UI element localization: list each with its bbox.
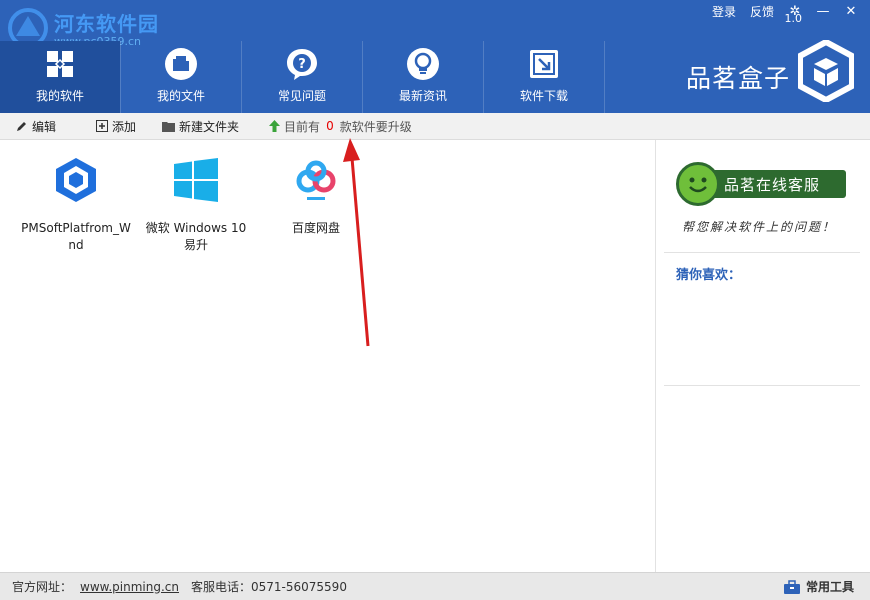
grid-apps-icon: [43, 47, 77, 81]
tab-software-download[interactable]: 软件下载: [484, 41, 604, 113]
service-tagline: 帮您解决软件上的问题！: [682, 220, 837, 234]
side-divider: [664, 385, 860, 386]
update-suffix: 款软件要升级: [339, 119, 412, 134]
tab-label: 软件下载: [519, 89, 568, 103]
common-tools-button[interactable]: 常用工具: [783, 578, 854, 595]
tab-news[interactable]: 最新资讯: [363, 41, 483, 113]
new-folder-button[interactable]: 新建文件夹: [162, 118, 239, 135]
pmsoft-cube-icon: [51, 155, 101, 205]
online-service-button[interactable]: 品茗在线客服: [676, 162, 846, 206]
side-divider: [664, 252, 860, 253]
update-count: 0: [326, 119, 334, 133]
tab-faq[interactable]: ? 常见问题: [242, 41, 362, 113]
tab-label: 我的文件: [156, 89, 205, 103]
smiley-headset-icon: [676, 162, 720, 206]
status-bar: 官方网址： www.pinming.cn 客服电话：0571-56075590 …: [0, 572, 870, 600]
app-label: 百度网盘: [291, 221, 340, 235]
side-panel: 品茗在线客服 帮您解决软件上的问题！ 猜你喜欢：: [656, 140, 870, 572]
toolbox-icon: [783, 579, 800, 594]
folder-icon: [164, 47, 198, 81]
site-label: 官方网址：: [12, 580, 73, 594]
lightbulb-icon: [406, 47, 440, 81]
brand-version: 1.0: [784, 12, 803, 25]
close-icon[interactable]: ✕: [844, 4, 858, 19]
feedback-link[interactable]: 反馈: [750, 3, 774, 20]
pencil-icon: [16, 120, 28, 132]
app-item-windows10-upgrade[interactable]: 微软 Windows 10 易升: [136, 140, 256, 254]
watermark-title: 河东软件园: [54, 12, 159, 36]
question-bubble-icon: ?: [285, 47, 319, 81]
brand-cube-logo-icon: [798, 40, 854, 102]
arrow-up-icon: [269, 120, 281, 132]
add-label: 添加: [112, 119, 137, 134]
app-item-pmsoft[interactable]: PMSoftPlatfrom_Wnd: [16, 140, 136, 254]
online-service-label: 品茗在线客服: [698, 170, 846, 198]
folder-icon: [162, 121, 176, 132]
svg-text:?: ?: [298, 57, 306, 72]
tab-label: 常见问题: [277, 89, 326, 103]
plus-box-icon: [96, 120, 109, 132]
brand-name: 品茗盒子: [685, 64, 790, 93]
app-label: 微软 Windows 10 易升: [145, 221, 247, 252]
new-folder-label: 新建文件夹: [179, 119, 240, 134]
tab-my-files[interactable]: 我的文件: [121, 41, 241, 113]
common-tools-label: 常用工具: [805, 580, 854, 594]
title-bar: 河东软件园 www.pc0359.cn 登录 反馈 ✲ — ✕ 我的软件: [0, 0, 870, 113]
tab-my-software[interactable]: 我的软件: [0, 41, 120, 113]
download-box-icon: [527, 47, 561, 81]
edit-button[interactable]: 编辑: [16, 118, 56, 135]
baidu-netdisk-icon: [291, 155, 341, 205]
edit-label: 编辑: [32, 119, 57, 134]
login-link[interactable]: 登录: [712, 3, 736, 20]
add-button[interactable]: 添加: [96, 118, 136, 135]
minimize-icon[interactable]: —: [816, 4, 830, 19]
windows-logo-icon: [171, 155, 221, 205]
main-nav: 我的软件 我的文件 ? 常见问题 最新资讯 软件下载: [0, 41, 605, 113]
site-link[interactable]: www.pinming.cn: [80, 580, 179, 594]
tab-label: 我的软件: [35, 89, 84, 103]
app-label: PMSoftPlatfrom_Wnd: [21, 221, 131, 252]
app-item-baidu-netdisk[interactable]: 百度网盘: [256, 140, 376, 237]
update-notice[interactable]: 目前有 0 款软件要升级: [269, 118, 412, 135]
service-phone: 客服电话：0571-56075590: [191, 580, 347, 594]
software-grid: PMSoftPlatfrom_Wnd 微软 Windows 10 易升 百度网盘: [0, 140, 655, 572]
guess-you-like-title: 猜你喜欢：: [676, 268, 742, 283]
brand: 品茗盒子: [686, 40, 854, 102]
toolbar: 编辑 添加 新建文件夹 目前有 0 款软件要升级: [0, 113, 870, 140]
nav-divider: [604, 41, 605, 113]
tab-label: 最新资讯: [398, 89, 447, 103]
update-prefix: 目前有: [284, 119, 321, 134]
